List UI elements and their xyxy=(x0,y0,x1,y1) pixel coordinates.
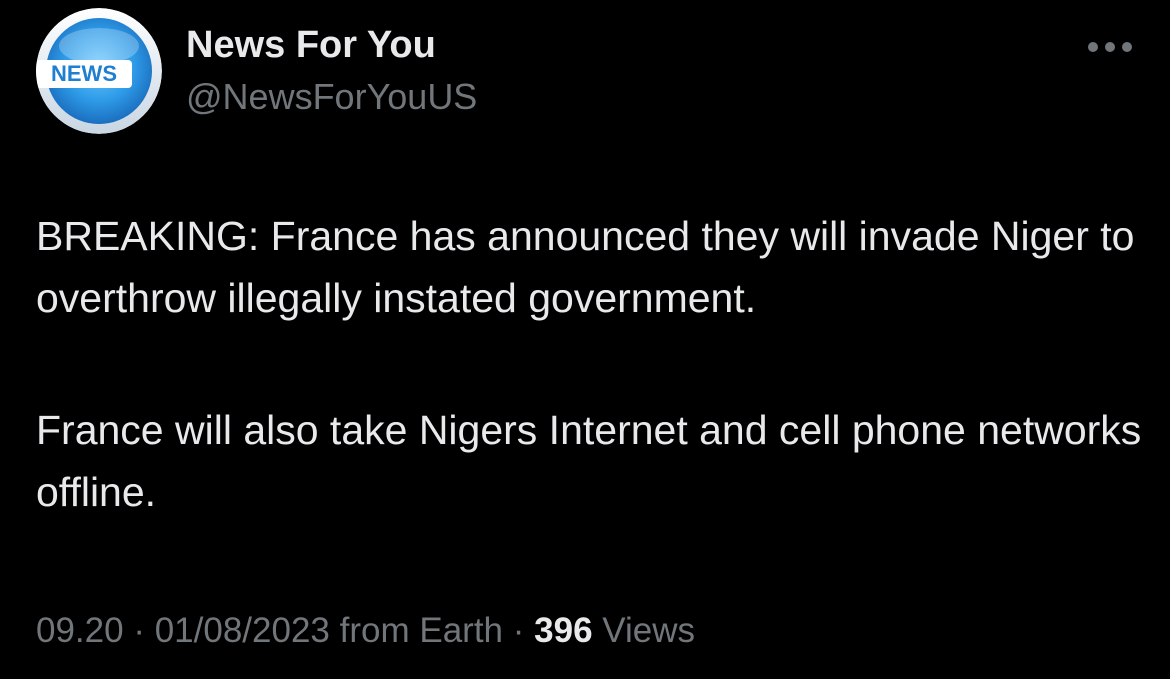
tweet-meta: 09.20 · 01/08/2023 from Earth · 396 View… xyxy=(36,605,695,657)
tweet-text: BREAKING: France has announced they will… xyxy=(36,205,1146,523)
display-name[interactable]: News For You xyxy=(186,22,436,68)
avatar[interactable]: NEWS xyxy=(36,8,162,134)
more-options-button[interactable] xyxy=(1080,32,1140,62)
tweet: NEWS News For You @NewsForYouUS BREAKING… xyxy=(0,0,1170,679)
tweet-source: from Earth xyxy=(339,611,504,650)
tweet-time[interactable]: 09.20 xyxy=(36,611,124,650)
views-label: Views xyxy=(602,611,696,650)
tweet-paragraph: France will also take Nigers Internet an… xyxy=(36,407,1142,515)
tweet-date[interactable]: 01/08/2023 xyxy=(155,611,330,650)
tweet-paragraph: BREAKING: France has announced they will… xyxy=(36,213,1135,321)
news-logo-icon: NEWS xyxy=(36,8,162,134)
meta-separator: · xyxy=(133,611,145,650)
views-count: 396 xyxy=(534,611,593,650)
user-handle[interactable]: @NewsForYouUS xyxy=(186,75,477,119)
meta-separator: · xyxy=(512,611,525,650)
avatar-text: NEWS xyxy=(51,61,117,86)
more-horizontal-icon xyxy=(1088,42,1132,52)
